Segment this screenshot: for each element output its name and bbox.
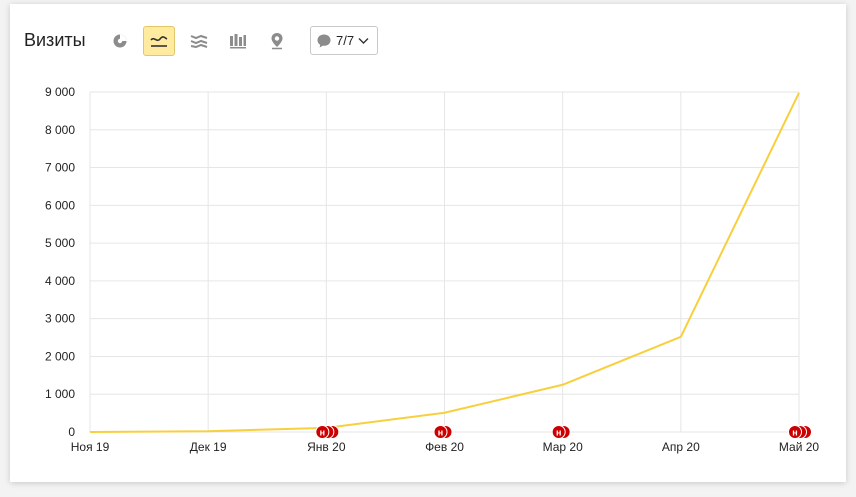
y-tick-label: 0	[68, 425, 75, 439]
y-tick-label: 3 000	[45, 312, 75, 326]
x-tick-label: Янв 20	[307, 440, 346, 454]
y-tick-label: 4 000	[45, 274, 75, 288]
annotation-label: н	[438, 428, 443, 438]
x-tick-label: Апр 20	[662, 440, 700, 454]
annotation-marker[interactable]: н	[551, 425, 571, 439]
y-tick-label: 5 000	[45, 236, 75, 250]
line-chart: 0 1 000 2 000 3 000 4 000 5 000 6 000 7 000 8 00…	[45, 85, 820, 454]
annotation-label: н	[556, 428, 561, 438]
x-tick-label: Ноя 19	[71, 440, 110, 454]
x-tick-label: Дек 19	[190, 440, 227, 454]
x-tick-label: Май 20	[779, 440, 820, 454]
x-tick-label: Фев 20	[425, 440, 464, 454]
y-tick-label: 6 000	[45, 198, 75, 212]
annotation-marker[interactable]: н	[315, 425, 340, 439]
y-tick-label: 7 000	[45, 161, 75, 175]
annotation-marker[interactable]: н	[433, 425, 453, 439]
y-tick-label: 2 000	[45, 349, 75, 363]
y-tick-label: 9 000	[45, 85, 75, 99]
annotation-label: н	[792, 428, 797, 438]
y-tick-label: 1 000	[45, 387, 75, 401]
annotation-label: н	[320, 428, 325, 438]
y-tick-label: 8 000	[45, 123, 75, 137]
x-tick-label: Мар 20	[543, 440, 583, 454]
annotation-marker[interactable]: н	[788, 425, 812, 439]
